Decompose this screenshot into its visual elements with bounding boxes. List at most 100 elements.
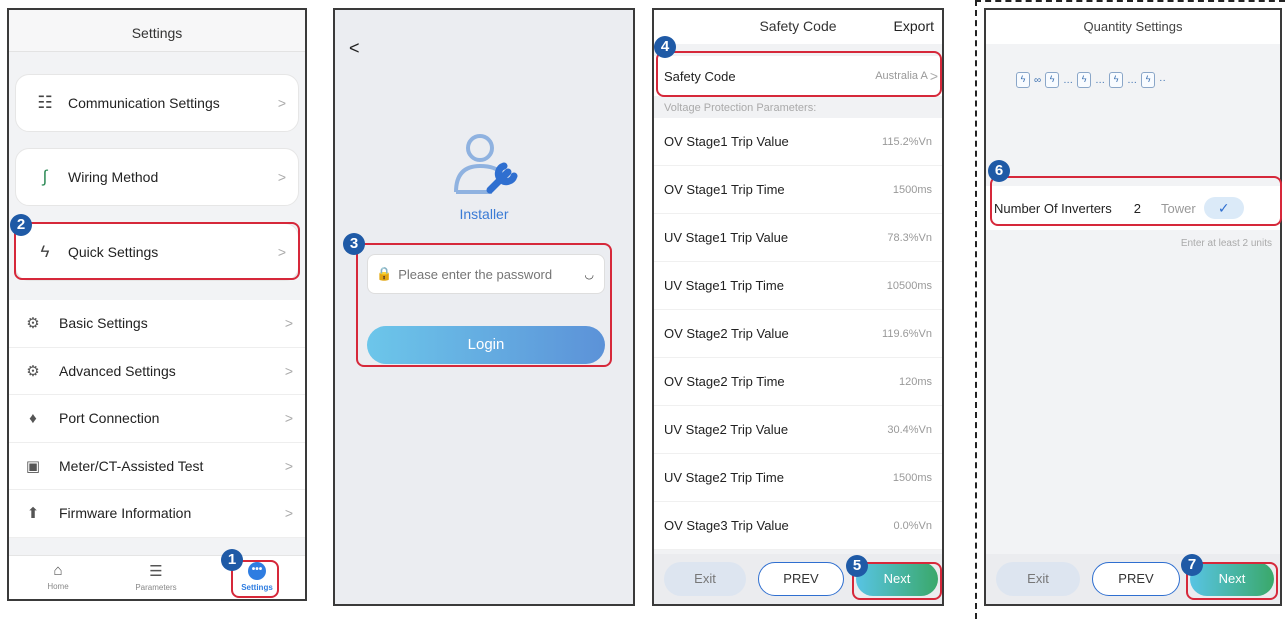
port-connection-item[interactable]: ♦ Port Connection >: [9, 395, 305, 443]
param-value: 0.0%Vn: [893, 519, 932, 532]
inverter-icon: ϟ: [1016, 72, 1030, 88]
callout-3: 3: [343, 233, 365, 255]
param-row[interactable]: UV Stage2 Trip Time 1500ms: [654, 454, 942, 502]
link-icon: ∞: [1034, 74, 1042, 86]
dashed-border-top: [975, 0, 1285, 2]
ellipsis-icon: …: [1095, 74, 1106, 86]
item-label: Advanced Settings: [59, 362, 176, 379]
item-label: Meter/CT-Assisted Test: [59, 457, 204, 474]
param-row[interactable]: UV Stage2 Trip Value 30.4%Vn: [654, 406, 942, 454]
login-screen: < Installer 🔒 ◡ Login: [333, 8, 635, 606]
callout-2: 2: [10, 214, 32, 236]
param-row[interactable]: OV Stage3 Trip Value 0.0%Vn: [654, 502, 942, 550]
communication-settings-item[interactable]: ☷ Communication Settings >: [15, 74, 299, 132]
next-button[interactable]: Next: [856, 562, 938, 596]
param-label: UV Stage1 Trip Value: [664, 230, 789, 245]
ellipsis-icon: …: [1063, 74, 1074, 86]
password-field[interactable]: 🔒 ◡: [367, 254, 605, 294]
param-label: UV Stage2 Trip Value: [664, 422, 789, 437]
inverter-icon: ϟ: [1077, 72, 1092, 88]
quantity-settings-screen: Quantity Settings ϟ ∞ ϟ … ϟ … ϟ … ϟ ·· N…: [984, 8, 1282, 606]
param-label: OV Stage1 Trip Value: [664, 134, 789, 149]
parameter-list: OV Stage1 Trip Value 115.2%Vn OV Stage1 T…: [654, 118, 942, 550]
firmware-information-item[interactable]: ⬆ Firmware Information >: [9, 490, 305, 538]
param-row[interactable]: UV Stage1 Trip Value 78.3%Vn: [654, 214, 942, 262]
tab-label: Parameters: [135, 583, 177, 592]
parameters-icon: ☰: [149, 563, 163, 580]
param-value: 1500ms: [892, 471, 932, 484]
item-label: Wiring Method: [68, 169, 159, 185]
item-label: Communication Settings: [68, 95, 220, 111]
param-label: OV Stage3 Trip Value: [664, 518, 789, 533]
tower-label: Tower: [1161, 200, 1196, 216]
param-value: 30.4%Vn: [887, 423, 932, 436]
settings-title: Settings: [9, 10, 305, 52]
password-input[interactable]: [398, 266, 585, 282]
dashed-divider: [975, 0, 977, 619]
footer: Exit PREV Next: [986, 554, 1280, 604]
network-icon: ☷: [37, 93, 53, 112]
callout-6: 6: [988, 160, 1010, 182]
home-icon: ⌂: [53, 562, 63, 579]
tower-toggle-check-icon[interactable]: ✓: [1203, 197, 1244, 219]
item-label: Port Connection: [59, 410, 160, 427]
chevron-right-icon: >: [284, 505, 293, 522]
param-row[interactable]: OV Stage1 Trip Time 1500ms: [654, 166, 942, 214]
exit-button[interactable]: Exit: [996, 562, 1080, 596]
callout-1: 1: [221, 549, 243, 571]
chevron-right-icon: >: [277, 244, 286, 260]
param-row[interactable]: OV Stage2 Trip Time 120ms: [654, 358, 942, 406]
param-row[interactable]: OV Stage1 Trip Value 115.2%Vn: [654, 118, 942, 166]
safety-code-value: Australia A: [875, 70, 928, 82]
tab-parameters[interactable]: ☰ Parameters: [121, 562, 191, 592]
settings-screen: Settings ☷ Communication Settings > ∫ Wi…: [7, 8, 307, 601]
param-label: UV Stage2 Trip Time: [664, 470, 784, 485]
prev-button[interactable]: PREV: [1092, 562, 1180, 596]
tab-home[interactable]: ⌂ Home: [23, 562, 93, 591]
role-label: Installer: [459, 206, 509, 222]
quick-settings-item[interactable]: ϟ Quick Settings >: [15, 223, 299, 281]
inverters-label: Number Of Inverters: [994, 200, 1112, 216]
chevron-right-icon: >: [284, 410, 293, 427]
settings-list: ⚙ Basic Settings > ⚙ Advanced Settings >…: [9, 300, 305, 538]
basic-settings-item[interactable]: ⚙ Basic Settings >: [9, 300, 305, 348]
firmware-icon: ⬆: [26, 505, 40, 523]
callout-7: 7: [1181, 554, 1203, 576]
tab-bar: ⌂ Home ☰ Parameters ••• Settings: [9, 555, 305, 599]
item-label: Quick Settings: [68, 244, 159, 260]
prev-button[interactable]: PREV: [758, 562, 844, 596]
chevron-right-icon: >: [284, 362, 293, 379]
export-button[interactable]: Export: [894, 18, 934, 34]
param-row[interactable]: OV Stage2 Trip Value 119.6%Vn: [654, 310, 942, 358]
inverter-topology: ϟ ∞ ϟ … ϟ … ϟ … ϟ ··: [1016, 72, 1166, 88]
port-icon: ♦: [29, 409, 37, 427]
advanced-gear-icon: ⚙: [26, 362, 40, 380]
lightning-icon: ϟ: [40, 242, 50, 261]
callout-4: 4: [654, 36, 676, 58]
param-value: 10500ms: [886, 279, 932, 292]
inverter-icon: ϟ: [1109, 72, 1124, 88]
footer: Exit PREV Next: [654, 554, 942, 604]
param-label: OV Stage2 Trip Time: [664, 374, 785, 389]
back-button[interactable]: <: [349, 38, 360, 59]
eye-closed-icon[interactable]: ◡: [584, 268, 594, 281]
login-button[interactable]: Login: [367, 326, 605, 364]
chevron-right-icon: >: [284, 457, 293, 474]
tab-label: Home: [47, 582, 69, 591]
wiring-method-item[interactable]: ∫ Wiring Method >: [15, 148, 299, 206]
header: Safety Code Export: [654, 10, 942, 44]
chevron-right-icon: >: [284, 315, 293, 332]
safety-code-row[interactable]: Safety Code Australia A >: [654, 56, 942, 96]
ellipsis-icon: ··: [1159, 74, 1166, 86]
meter-test-icon: ▣: [25, 457, 41, 475]
meter-ct-test-item[interactable]: ▣ Meter/CT-Assisted Test >: [9, 443, 305, 490]
safety-code-screen: Safety Code Export Safety Code Australia…: [652, 8, 944, 606]
exit-button[interactable]: Exit: [664, 562, 746, 596]
advanced-settings-item[interactable]: ⚙ Advanced Settings >: [9, 348, 305, 395]
param-value: 78.3%Vn: [887, 231, 932, 244]
page-title: Quantity Settings: [986, 10, 1280, 44]
param-row[interactable]: UV Stage1 Trip Time 10500ms: [654, 262, 942, 310]
param-value: 115.2%Vn: [882, 135, 932, 148]
lock-icon: 🔒: [376, 266, 393, 281]
inverters-value[interactable]: 2: [1134, 201, 1141, 216]
